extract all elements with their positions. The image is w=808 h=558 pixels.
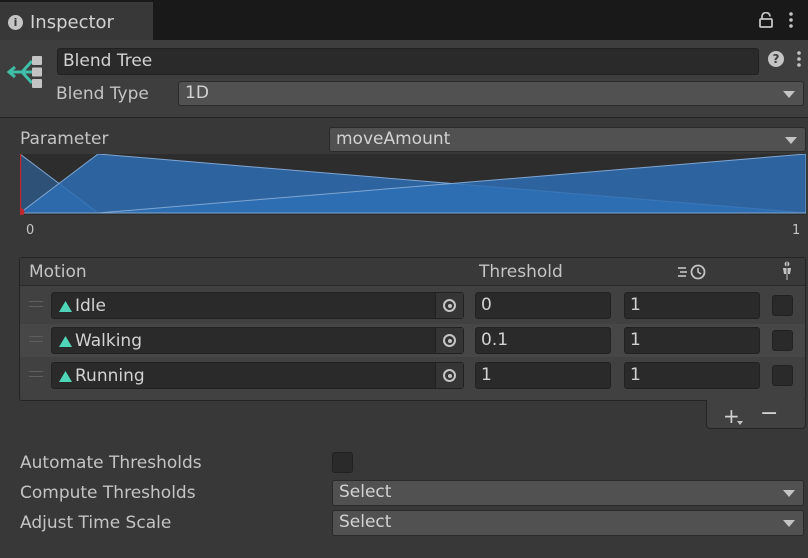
blend-tree-header: Blend Tree ? Blend Type 1D (0, 40, 808, 118)
motion-row-running[interactable]: Running 1 1 (20, 359, 805, 392)
motion-list-footer: + − (706, 400, 806, 429)
parameter-dropdown[interactable]: moveAmount (329, 127, 806, 152)
compute-thresholds-value: Select (339, 482, 392, 502)
animation-clip-icon (59, 336, 72, 347)
animation-clip-icon (59, 371, 72, 382)
motion-field[interactable]: Idle (51, 292, 464, 319)
motion-name: Idle (75, 296, 106, 316)
tab-title: Inspector (30, 11, 114, 33)
blend-graph[interactable] (20, 154, 806, 215)
blend-type-dropdown[interactable]: 1D (178, 81, 804, 106)
parameter-value: moveAmount (336, 129, 451, 149)
motion-list: Motion Threshold Idle 0 1 Walking 0.1 1 … (19, 257, 806, 401)
lock-icon[interactable] (759, 12, 773, 28)
compute-thresholds-label: Compute Thresholds (20, 483, 196, 503)
time-scale-field[interactable]: 1 (624, 327, 760, 354)
mirror-checkbox[interactable] (772, 330, 793, 351)
adjust-time-scale-value: Select (339, 512, 392, 532)
inspector-tab[interactable]: i Inspector (0, 2, 153, 40)
chevron-down-icon (783, 490, 795, 497)
mirror-checkbox[interactable] (772, 295, 793, 316)
motion-field[interactable]: Walking (51, 327, 464, 354)
chevron-down-icon (783, 520, 795, 527)
object-picker-button[interactable] (435, 363, 463, 388)
inspector-tab-bar: i Inspector (0, 0, 808, 40)
object-picker-icon (443, 334, 456, 347)
mirror-checkbox[interactable] (772, 365, 793, 386)
motion-row-idle[interactable]: Idle 0 1 (20, 289, 805, 322)
blend-type-label: Blend Type (56, 84, 149, 104)
adjust-time-scale-label: Adjust Time Scale (20, 513, 172, 533)
time-scale-field[interactable]: 1 (624, 292, 760, 319)
threshold-field[interactable]: 0 (475, 292, 611, 319)
time-scale-field[interactable]: 1 (624, 362, 760, 389)
drag-handle-icon[interactable] (29, 336, 43, 342)
component-menu-icon[interactable] (797, 50, 801, 68)
blend-type-value: 1D (185, 83, 209, 103)
threshold-column-header: Threshold (479, 262, 563, 282)
parameter-label: Parameter (20, 129, 109, 149)
object-picker-button[interactable] (435, 293, 463, 318)
automate-thresholds-label: Automate Thresholds (20, 453, 202, 473)
motion-name: Running (75, 366, 145, 386)
motion-field[interactable]: Running (51, 362, 464, 389)
blend-tree-name-field[interactable]: Blend Tree (57, 48, 759, 75)
info-icon: i (8, 14, 23, 30)
adjust-time-scale-dropdown[interactable]: Select (332, 510, 804, 536)
object-picker-icon (443, 369, 456, 382)
threshold-field[interactable]: 0.1 (475, 327, 611, 354)
object-picker-button[interactable] (435, 328, 463, 353)
remove-motion-button[interactable]: − (760, 401, 778, 426)
motion-list-header: Motion Threshold (20, 258, 805, 286)
animation-clip-icon (59, 301, 72, 312)
time-scale-icon (678, 264, 706, 280)
compute-thresholds-dropdown[interactable]: Select (332, 480, 804, 506)
mirror-icon (783, 261, 791, 281)
threshold-field[interactable]: 1 (475, 362, 611, 389)
automate-thresholds-checkbox[interactable] (332, 452, 353, 473)
motion-row-walking[interactable]: Walking 0.1 1 (20, 324, 805, 357)
chevron-down-icon (785, 137, 797, 144)
graph-max-label: 1 (792, 223, 801, 238)
chevron-down-icon (783, 91, 795, 98)
more-options-icon[interactable] (789, 11, 793, 29)
drag-handle-icon[interactable] (29, 371, 43, 377)
graph-min-label: 0 (26, 223, 35, 238)
drag-handle-icon[interactable] (29, 301, 43, 307)
blend-tree-icon (6, 56, 42, 88)
object-picker-icon (443, 299, 456, 312)
add-motion-button[interactable]: + (723, 404, 743, 428)
motion-name: Walking (75, 331, 142, 351)
motion-column-header: Motion (29, 262, 87, 282)
help-icon[interactable]: ? (768, 51, 784, 67)
